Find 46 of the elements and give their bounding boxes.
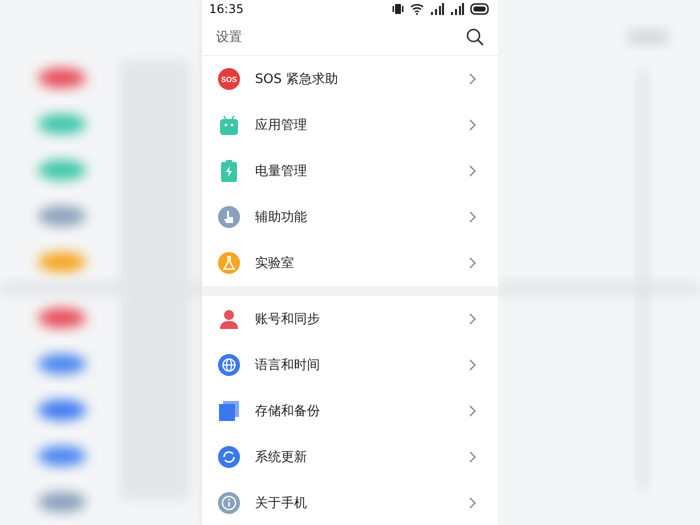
wifi-icon bbox=[410, 3, 424, 15]
chevron-icon bbox=[469, 313, 476, 325]
settings-item[interactable]: 语言和时间 bbox=[202, 342, 498, 388]
chevron-icon bbox=[469, 405, 476, 417]
chevron-icon bbox=[469, 119, 476, 131]
flask-icon bbox=[218, 252, 240, 274]
item-label: 辅助功能 bbox=[255, 209, 308, 226]
chevron-icon bbox=[469, 359, 476, 371]
item-label: SOS 紧急求助 bbox=[255, 71, 339, 88]
settings-item[interactable]: 辅助功能 bbox=[202, 194, 498, 240]
info-icon bbox=[218, 492, 240, 514]
settings-item[interactable]: 存储和备份 bbox=[202, 388, 498, 434]
item-label: 实验室 bbox=[255, 255, 295, 272]
chevron-icon bbox=[469, 451, 476, 463]
person-icon bbox=[219, 309, 239, 329]
settings-item[interactable]: 系统更新 bbox=[202, 434, 498, 480]
chevron-icon bbox=[469, 211, 476, 223]
robot-icon bbox=[219, 114, 239, 136]
settings-item[interactable]: 账号和同步 bbox=[202, 296, 498, 342]
item-label: 应用管理 bbox=[255, 117, 308, 134]
signal-icon bbox=[430, 3, 444, 15]
item-label: 系统更新 bbox=[255, 449, 308, 466]
item-label: 语言和时间 bbox=[255, 357, 321, 374]
hand-pointer-icon bbox=[218, 206, 240, 228]
vibrate-icon bbox=[392, 3, 404, 15]
chevron-icon bbox=[469, 165, 476, 177]
item-label: 关于手机 bbox=[255, 495, 308, 512]
chevron-icon bbox=[469, 73, 476, 85]
signal-icon bbox=[450, 3, 464, 15]
settings-item[interactable]: 电量管理 bbox=[202, 148, 498, 194]
item-label: 存储和备份 bbox=[255, 403, 321, 420]
stacked-squares-icon bbox=[219, 401, 239, 421]
status-time: 16:35 bbox=[209, 2, 244, 16]
item-label: 账号和同步 bbox=[255, 311, 321, 328]
settings-item[interactable]: 实验室 bbox=[202, 240, 498, 286]
chevron-icon bbox=[469, 257, 476, 269]
settings-item[interactable]: 关于手机 bbox=[202, 480, 498, 525]
chevron-icon bbox=[469, 497, 476, 509]
page-title: 设置 bbox=[216, 28, 242, 46]
globe-icon bbox=[218, 354, 240, 376]
search-icon[interactable] bbox=[466, 28, 484, 46]
battery-charging-icon bbox=[221, 160, 237, 182]
settings-item[interactable]: 应用管理 bbox=[202, 102, 498, 148]
battery-icon bbox=[470, 3, 490, 15]
sync-icon bbox=[218, 446, 240, 468]
item-label: 电量管理 bbox=[255, 163, 308, 180]
